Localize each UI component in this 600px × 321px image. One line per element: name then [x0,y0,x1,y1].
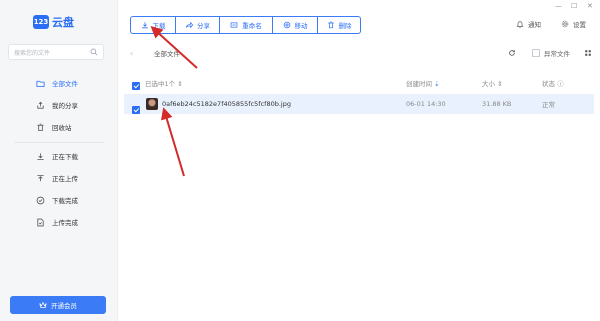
sort-desc-icon: ⇣ [434,80,440,88]
notify-button[interactable]: 通知 [516,19,541,29]
image-thumbnail [146,98,158,110]
transfer-nav: 正在下载 正在上传 下载完成 上传完成 [0,145,118,233]
abnormal-files-checkbox[interactable] [532,49,540,57]
select-all-checkbox[interactable] [132,82,140,90]
selected-count-label: 已选中1个 [145,80,176,88]
search-icon[interactable] [90,48,98,56]
download-icon [37,152,44,160]
sidebar-item-label: 全部文件 [52,80,78,88]
app-logo: 123 云盘 [33,14,74,30]
folder-icon [36,80,45,87]
search-input[interactable]: 搜索您的文件 [8,44,104,60]
arrow-to-file-row [160,107,185,177]
move-icon [283,21,290,29]
sidebar-item-label: 上传完成 [52,219,78,227]
row-checkbox[interactable] [132,106,140,114]
sidebar-item-downloading[interactable]: 正在下载 [0,145,118,167]
sidebar-item-label: 回收站 [52,124,72,132]
trash-icon [327,21,334,29]
upload-icon [37,174,44,181]
logo-mark: 123 [33,15,49,29]
abnormal-files-label: 异常文件 [544,50,570,58]
delete-button[interactable]: 删除 [317,16,361,34]
move-button[interactable]: 移动 [272,16,318,34]
status-label: 状态 [542,80,555,88]
download-icon [141,22,148,29]
search-placeholder: 搜索您的文件 [14,49,51,57]
share-icon [37,101,44,109]
sidebar-item-label: 正在上传 [52,175,78,183]
sidebar-item-my-shares[interactable]: 我的分享 [0,94,118,116]
file-status: 正常 [542,101,555,109]
size-header[interactable]: 大小 ⇕ [482,78,503,88]
created-time-label: 创建时间 [406,80,432,88]
sidebar-divider [14,142,104,143]
status-header: 状态 ⓘ [542,78,564,88]
share-button[interactable]: 分享 [175,16,220,34]
rename-button[interactable]: 重命名 [219,16,273,34]
file-created-time: 06-01 14:30 [406,100,446,108]
breadcrumb-current: 全部文件 [154,50,180,58]
back-arrow-icon[interactable]: ‹ [130,49,154,58]
rename-icon [230,22,238,28]
file-name[interactable]: 0af6eb24c5182e7f405855fc5fcf80b.jpg [162,100,291,108]
table-row[interactable]: 0af6eb24c5182e7f405855fc5fcf80b.jpg 06-0… [124,94,594,114]
sidebar-item-download-done[interactable]: 下载完成 [0,189,118,211]
rename-label: 重命名 [242,22,262,30]
bell-icon [516,21,524,28]
file-done-icon [37,218,44,226]
breadcrumb: ‹ 全部文件 异常文件 [130,46,592,60]
share-label: 分享 [197,22,210,30]
sidebar-item-uploading[interactable]: 正在上传 [0,167,118,189]
delete-label: 删除 [338,22,352,30]
sidebar-item-label: 下载完成 [52,197,78,205]
file-toolbar: 下载 分享 重命名 移动 删除 [130,16,361,34]
move-label: 移动 [294,22,308,30]
trash-icon [37,123,44,131]
logo-text: 云盘 [52,16,74,29]
size-label: 大小 [482,80,495,88]
vip-icon [39,301,47,308]
vip-button[interactable]: 开通会员 [10,296,106,314]
refresh-icon[interactable] [508,49,516,57]
share-icon [185,21,193,29]
sidebar-item-all-files[interactable]: 全部文件 [0,72,118,94]
table-header: 已选中1个 ⇕ 创建时间 ⇣ 大小 ⇕ 状态 ⓘ [124,76,594,90]
settings-button[interactable]: 设置 [561,19,586,29]
check-circle-icon [36,196,45,204]
settings-label: 设置 [573,21,586,29]
vip-label: 开通会员 [51,302,77,310]
sidebar: 123 云盘 搜索您的文件 全部文件 我的分享 回收站 正在下载 正在上传 下载… [0,0,118,321]
file-size: 31.88 KB [482,100,512,108]
main-nav: 全部文件 我的分享 回收站 [0,72,118,138]
sidebar-item-label: 我的分享 [52,102,78,110]
close-icon[interactable]: ✕ [587,2,593,10]
help-icon[interactable]: ⓘ [557,80,564,88]
minimize-icon[interactable]: — [555,2,562,10]
notify-label: 通知 [528,21,541,29]
selected-count-header[interactable]: 已选中1个 ⇕ [145,78,183,88]
maximize-icon[interactable]: ☐ [571,2,577,10]
gear-icon [561,20,569,28]
download-button[interactable]: 下载 [130,16,176,34]
breadcrumb-actions: 异常文件 [508,46,592,60]
sidebar-item-recycle-bin[interactable]: 回收站 [0,116,118,138]
grid-view-icon[interactable] [584,49,592,57]
created-time-header[interactable]: 创建时间 ⇣ [406,78,440,88]
download-label: 下载 [152,22,166,30]
sidebar-item-label: 正在下载 [52,153,78,161]
sidebar-item-upload-done[interactable]: 上传完成 [0,211,118,233]
